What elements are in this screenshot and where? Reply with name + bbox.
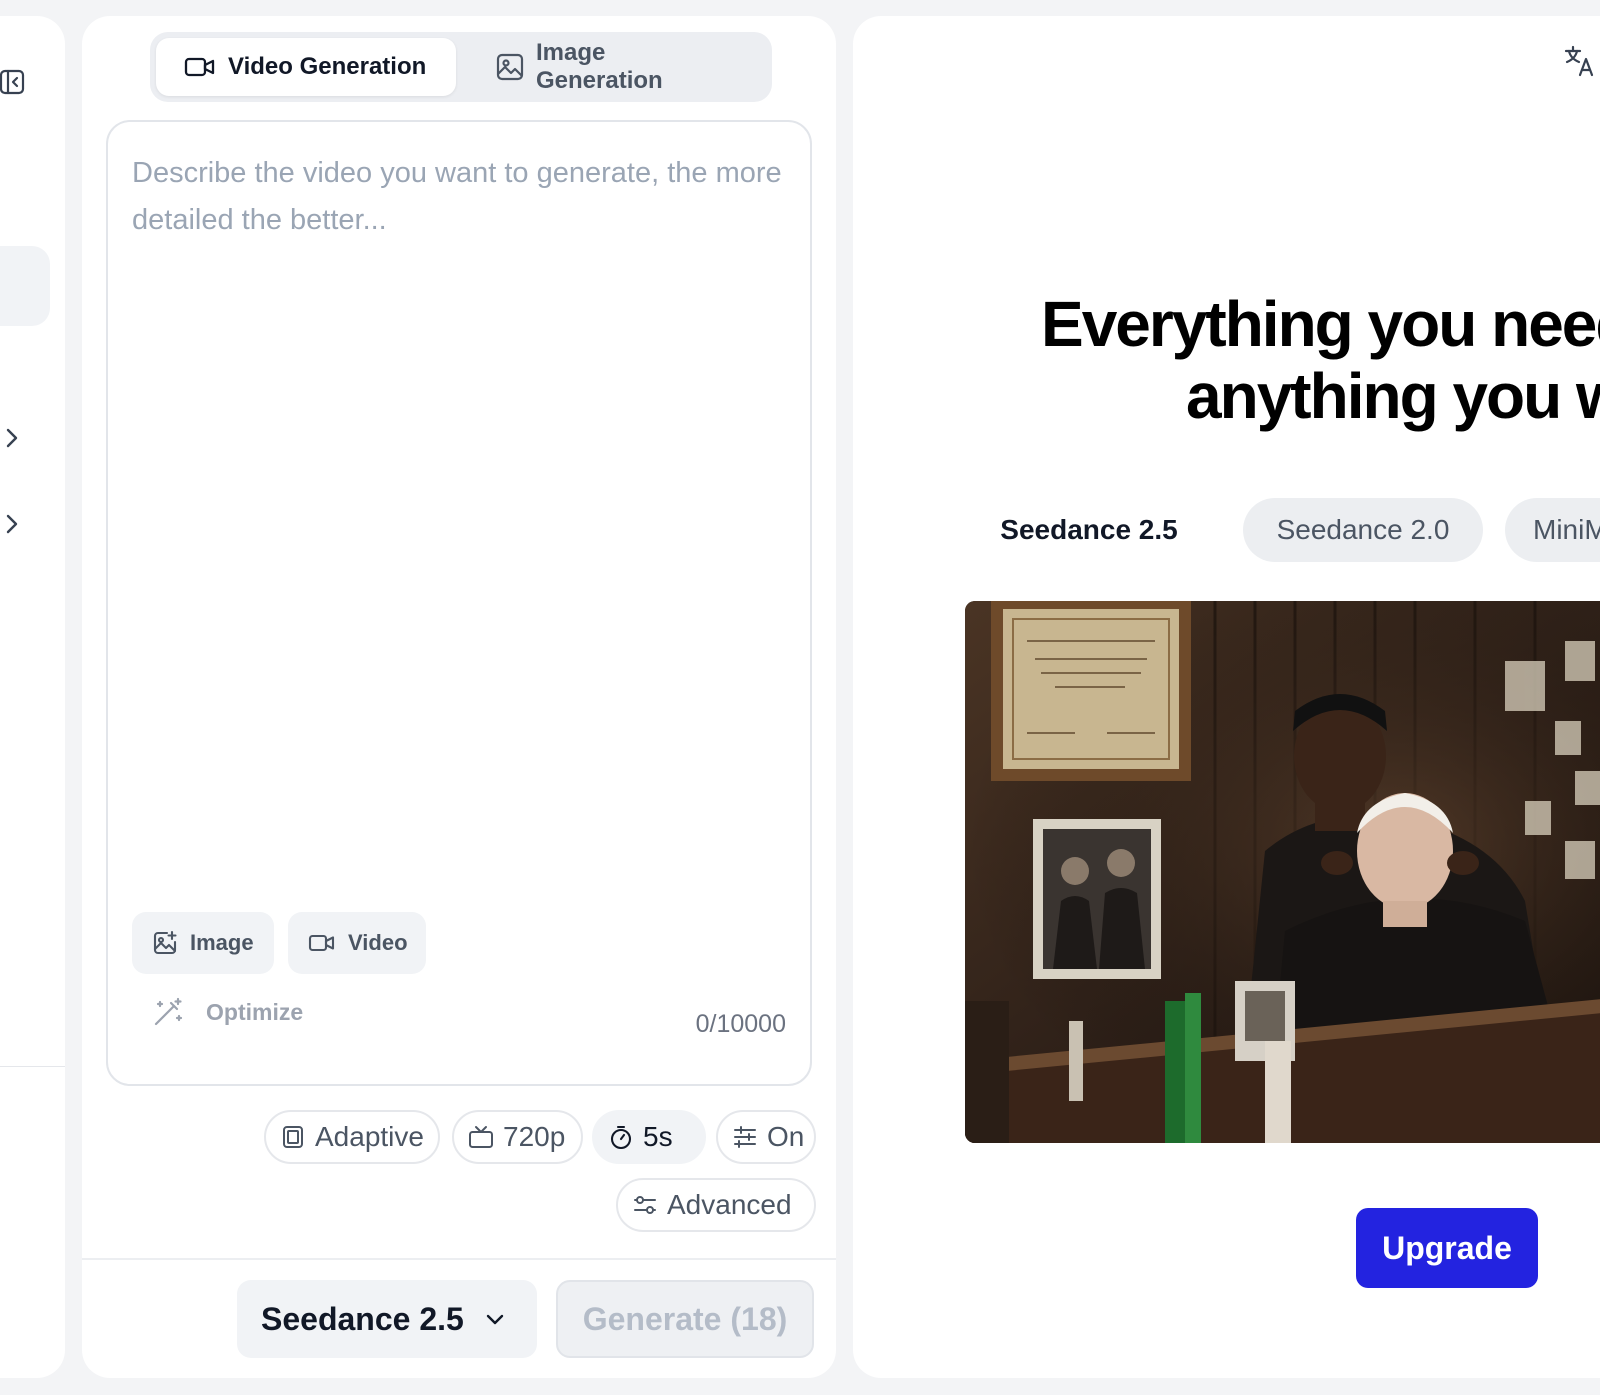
upgrade-button[interactable]: Upgrade <box>1356 1208 1538 1288</box>
model-tab-seedance-2-0[interactable]: Seedance 2.0 <box>1243 498 1483 562</box>
prompt-box: Image Video Optimize 0/10000 <box>106 120 812 1086</box>
model-tab-minim[interactable]: MiniM <box>1505 498 1600 562</box>
sidebar-collapse-icon[interactable] <box>0 68 26 96</box>
hero-title: Everything you need anything you w <box>853 288 1600 432</box>
generate-button[interactable]: Generate (18) <box>556 1280 814 1358</box>
attach-video-label: Video <box>348 930 408 955</box>
attach-image-label: Image <box>190 930 254 955</box>
tv-icon <box>468 1124 494 1150</box>
aspect-ratio-selector[interactable]: Adaptive <box>264 1110 440 1164</box>
attach-image-button[interactable]: Image <box>132 912 274 974</box>
left-sidebar <box>0 16 65 1378</box>
tab-label: Video Generation <box>228 53 427 80</box>
optimize-button[interactable]: Optimize <box>152 996 303 1028</box>
sidebar-item-active[interactable] <box>0 246 50 326</box>
chevron-down-icon <box>484 1308 506 1330</box>
attach-video-button[interactable]: Video <box>288 912 426 974</box>
character-count: 0/10000 <box>695 1010 786 1038</box>
resolution-selector[interactable]: 720p <box>452 1110 583 1164</box>
aspect-ratio-icon <box>280 1124 306 1150</box>
sidebar-divider <box>0 1066 65 1067</box>
model-tab-seedance-2-5[interactable]: Seedance 2.5 <box>989 498 1189 562</box>
barbershop-preview-image <box>965 601 1600 1143</box>
advanced-settings-button[interactable]: Advanced <box>616 1178 816 1232</box>
tab-label: Image Generation <box>536 39 663 94</box>
prompt-input[interactable] <box>132 150 782 870</box>
translate-icon[interactable] <box>1563 44 1597 78</box>
tab-image-generation[interactable]: Image Generation <box>468 38 766 96</box>
optimize-label: Optimize <box>206 998 304 1025</box>
chevron-right-icon[interactable] <box>2 424 22 452</box>
footer-divider <box>82 1258 836 1260</box>
sliders-icon <box>732 1124 758 1150</box>
chevron-right-icon[interactable] <box>2 510 22 538</box>
settings-toggle-icon <box>632 1192 658 1218</box>
video-camera-icon <box>308 932 336 954</box>
preview-video[interactable] <box>965 601 1600 1143</box>
image-icon <box>496 53 524 81</box>
hero-title-line-1: Everything you need <box>1041 288 1600 360</box>
preview-panel: Everything you need anything you w Seeda… <box>853 16 1600 1378</box>
model-selector-value: Seedance 2.5 <box>261 1300 464 1337</box>
tab-video-generation[interactable]: Video Generation <box>156 38 456 96</box>
advanced-label: Advanced <box>667 1189 792 1220</box>
resolution-value: 720p <box>503 1121 566 1152</box>
generation-mode-tabs: Video Generation Image Generation <box>150 32 772 102</box>
stopwatch-icon <box>608 1124 634 1150</box>
audio-value: On <box>767 1121 805 1152</box>
duration-value: 5s <box>643 1121 673 1152</box>
aspect-ratio-value: Adaptive <box>315 1121 424 1152</box>
image-plus-icon <box>152 930 178 956</box>
duration-selector[interactable]: 5s <box>592 1110 706 1164</box>
magic-wand-icon <box>152 996 184 1028</box>
audio-toggle[interactable]: On <box>716 1110 816 1164</box>
model-selector[interactable]: Seedance 2.5 <box>237 1280 537 1358</box>
video-camera-icon <box>184 55 216 79</box>
generation-panel: Video Generation Image Generation Image … <box>82 16 836 1378</box>
hero-title-line-2: anything you w <box>1186 360 1600 432</box>
